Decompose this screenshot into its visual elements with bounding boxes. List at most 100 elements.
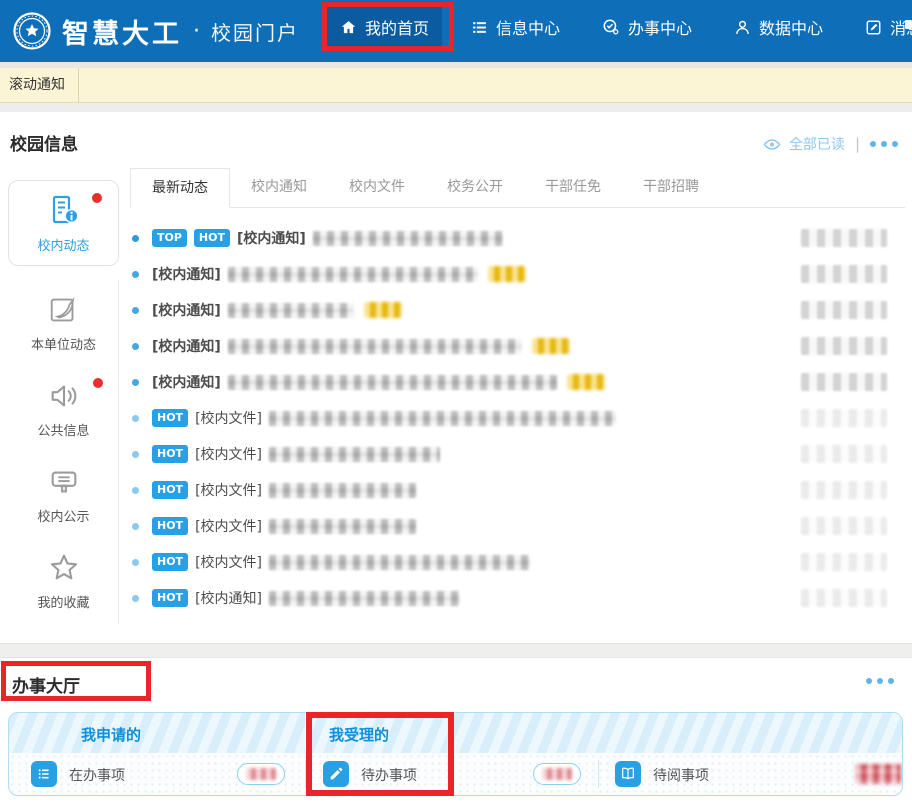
rolling-notice-bar: 滚动通知	[0, 68, 912, 103]
book-icon[interactable]	[615, 761, 641, 787]
redacted-count-pill[interactable]	[533, 763, 581, 785]
divider-band	[0, 643, 912, 658]
tab-3[interactable]: 校内文件	[328, 168, 426, 207]
redacted-news-title	[228, 375, 557, 390]
news-category: [校内文件]	[195, 516, 262, 536]
brand[interactable]: 智慧大工 · 校园门户	[12, 0, 299, 62]
eye-icon	[763, 138, 781, 151]
group-header-my-accepted: 我受理的	[329, 724, 389, 745]
hot-badge: HOT	[194, 229, 230, 247]
top-badge: TOP	[152, 229, 187, 247]
campus-tabs: 最新动态校内通知校内文件校务公开干部任免干部招聘	[130, 168, 905, 208]
news-item-11[interactable]: HOT[校内通知]	[130, 580, 905, 616]
nav-item-4[interactable]: 数据中心	[721, 7, 836, 47]
news-item-6[interactable]: HOT [校内文件]	[130, 400, 905, 436]
sidebar-item-label: 校内公示	[37, 506, 89, 525]
redacted-new-badge	[364, 302, 402, 318]
university-seal-icon	[12, 11, 52, 51]
redacted-news-title	[269, 591, 460, 606]
tab-1[interactable]: 最新动态	[130, 168, 230, 208]
mark-all-read-button[interactable]: 全部已读 |	[763, 134, 898, 154]
list-square-icon[interactable]	[31, 761, 57, 787]
brand-title: 智慧大工	[62, 12, 182, 51]
redacted-news-title	[269, 447, 440, 462]
sidebar-item-5[interactable]: 我的收藏	[8, 538, 119, 624]
redacted-count-pill[interactable]	[237, 763, 285, 785]
news-category: [校内通知]	[152, 336, 221, 356]
campus-info-section: 校园信息 全部已读 | 校内动态本单位动态公共信息校内公示我的收藏 最新动态校内…	[0, 112, 912, 643]
news-item-1[interactable]: TOPHOT[校内通知]	[130, 220, 905, 256]
column-divider	[598, 760, 599, 788]
top-navbar: 智慧大工 · 校园门户 我的首页信息中心办事中心数据中心消息中心	[0, 0, 912, 62]
news-item-8[interactable]: HOT[校内文件]	[130, 472, 905, 508]
hall-item-label-3[interactable]: 待阅事项	[653, 765, 709, 785]
redacted-new-badge	[532, 338, 570, 354]
redacted-date	[801, 229, 887, 247]
news-item-3[interactable]: [校内通知]	[130, 292, 905, 328]
bullet-icon	[132, 343, 139, 350]
redacted-count[interactable]	[855, 764, 901, 784]
hot-badge: HOT	[152, 481, 188, 499]
news-item-5[interactable]: [校内通知]	[130, 364, 905, 400]
bullet-icon	[132, 523, 139, 530]
bullet-icon	[132, 235, 139, 242]
sidebar-item-label: 公共信息	[37, 420, 89, 439]
bullet-icon	[132, 451, 139, 458]
divider-band	[0, 103, 912, 112]
sidebar-item-2[interactable]: 本单位动态	[8, 280, 119, 366]
news-item-9[interactable]: HOT[校内文件]	[130, 508, 905, 544]
hot-badge: HOT	[152, 589, 188, 607]
sidebar-item-label: 校内动态	[37, 235, 89, 254]
hall-item-label-2[interactable]: 待办事项	[361, 765, 417, 785]
news-category: [校内文件]	[195, 444, 262, 464]
campus-sidebar: 校内动态本单位动态公共信息校内公示我的收藏	[8, 180, 119, 624]
hall-item-label-1[interactable]: 在办事项	[69, 765, 125, 785]
rolling-notice-label: 滚动通知	[0, 68, 79, 102]
speaker-icon	[47, 379, 81, 413]
nav-item-2[interactable]: 信息中心	[458, 7, 573, 47]
hot-badge: HOT	[152, 409, 188, 427]
news-category: [校内通知]	[152, 264, 221, 284]
redacted-news-title	[269, 411, 616, 426]
nav-item-5[interactable]: 消息中心	[852, 7, 912, 47]
tab-6[interactable]: 干部招聘	[622, 168, 720, 207]
news-item-4[interactable]: [校内通知]	[130, 328, 905, 364]
redacted-date	[801, 265, 887, 283]
star-icon	[47, 551, 81, 585]
pen-square-icon[interactable]	[323, 761, 349, 787]
more-menu-button[interactable]	[866, 678, 894, 684]
service-hall-panel: 我申请的 我受理的 在办事项待办事项待阅事项	[8, 712, 903, 796]
news-item-10[interactable]: HOT[校内文件]	[130, 544, 905, 580]
brand-subtitle: 校园门户	[211, 17, 299, 46]
nav-item-1[interactable]: 我的首页	[327, 7, 442, 47]
tab-4[interactable]: 校务公开	[426, 168, 524, 207]
rolling-notice-track	[79, 68, 912, 102]
nav-item-3[interactable]: 办事中心	[589, 7, 705, 47]
news-category: [校内文件]	[195, 552, 262, 572]
brand-separator: ·	[193, 19, 200, 44]
campus-info-title: 校园信息	[10, 130, 78, 155]
sidebar-item-3[interactable]: 公共信息	[8, 366, 119, 452]
redacted-date	[801, 409, 887, 427]
home-icon	[340, 19, 357, 36]
message-edit-icon	[865, 19, 882, 36]
sidebar-item-1[interactable]: 校内动态	[8, 180, 119, 266]
person-icon	[734, 19, 751, 36]
hot-badge: HOT	[152, 445, 188, 463]
bullet-icon	[132, 487, 139, 494]
tab-2[interactable]: 校内通知	[230, 168, 328, 207]
news-item-2[interactable]: [校内通知]	[130, 256, 905, 292]
task-gear-icon	[602, 18, 620, 36]
more-menu-button[interactable]	[870, 141, 898, 147]
portal-page: 智慧大工 · 校园门户 我的首页信息中心办事中心数据中心消息中心 滚动通知 校园…	[0, 0, 912, 803]
tab-5[interactable]: 干部任免	[524, 168, 622, 207]
news-item-7[interactable]: HOT [校内文件]	[130, 436, 905, 472]
quill-icon	[47, 293, 81, 327]
redacted-date	[801, 337, 887, 355]
news-category: [校内通知]	[152, 300, 221, 320]
sidebar-item-4[interactable]: 校内公示	[8, 452, 119, 538]
redacted-date	[801, 517, 887, 535]
redacted-count	[246, 768, 276, 780]
news-category: [校内文件]	[195, 408, 262, 428]
bullet-icon	[132, 271, 139, 278]
